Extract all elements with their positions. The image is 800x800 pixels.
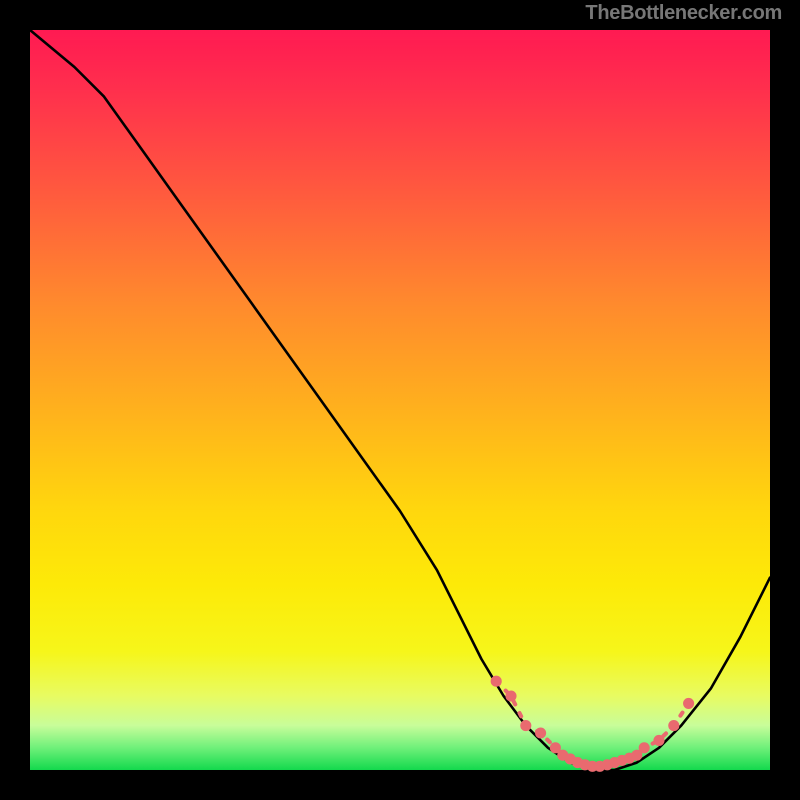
highlight-dot: [683, 698, 694, 709]
highlight-dot: [668, 720, 679, 731]
highlight-dot: [520, 720, 531, 731]
highlight-dot: [653, 735, 664, 746]
chart-svg: [30, 30, 770, 770]
highlight-points: [491, 676, 695, 772]
chart-frame: TheBottlenecker.com: [0, 0, 800, 800]
highlight-dot: [505, 690, 516, 701]
chart-background: [30, 30, 770, 770]
highlight-dot: [491, 676, 502, 687]
highlight-dot: [535, 727, 546, 738]
attribution-text: TheBottlenecker.com: [585, 2, 782, 25]
bottleneck-curve: [30, 30, 770, 770]
highlight-dot: [639, 742, 650, 753]
